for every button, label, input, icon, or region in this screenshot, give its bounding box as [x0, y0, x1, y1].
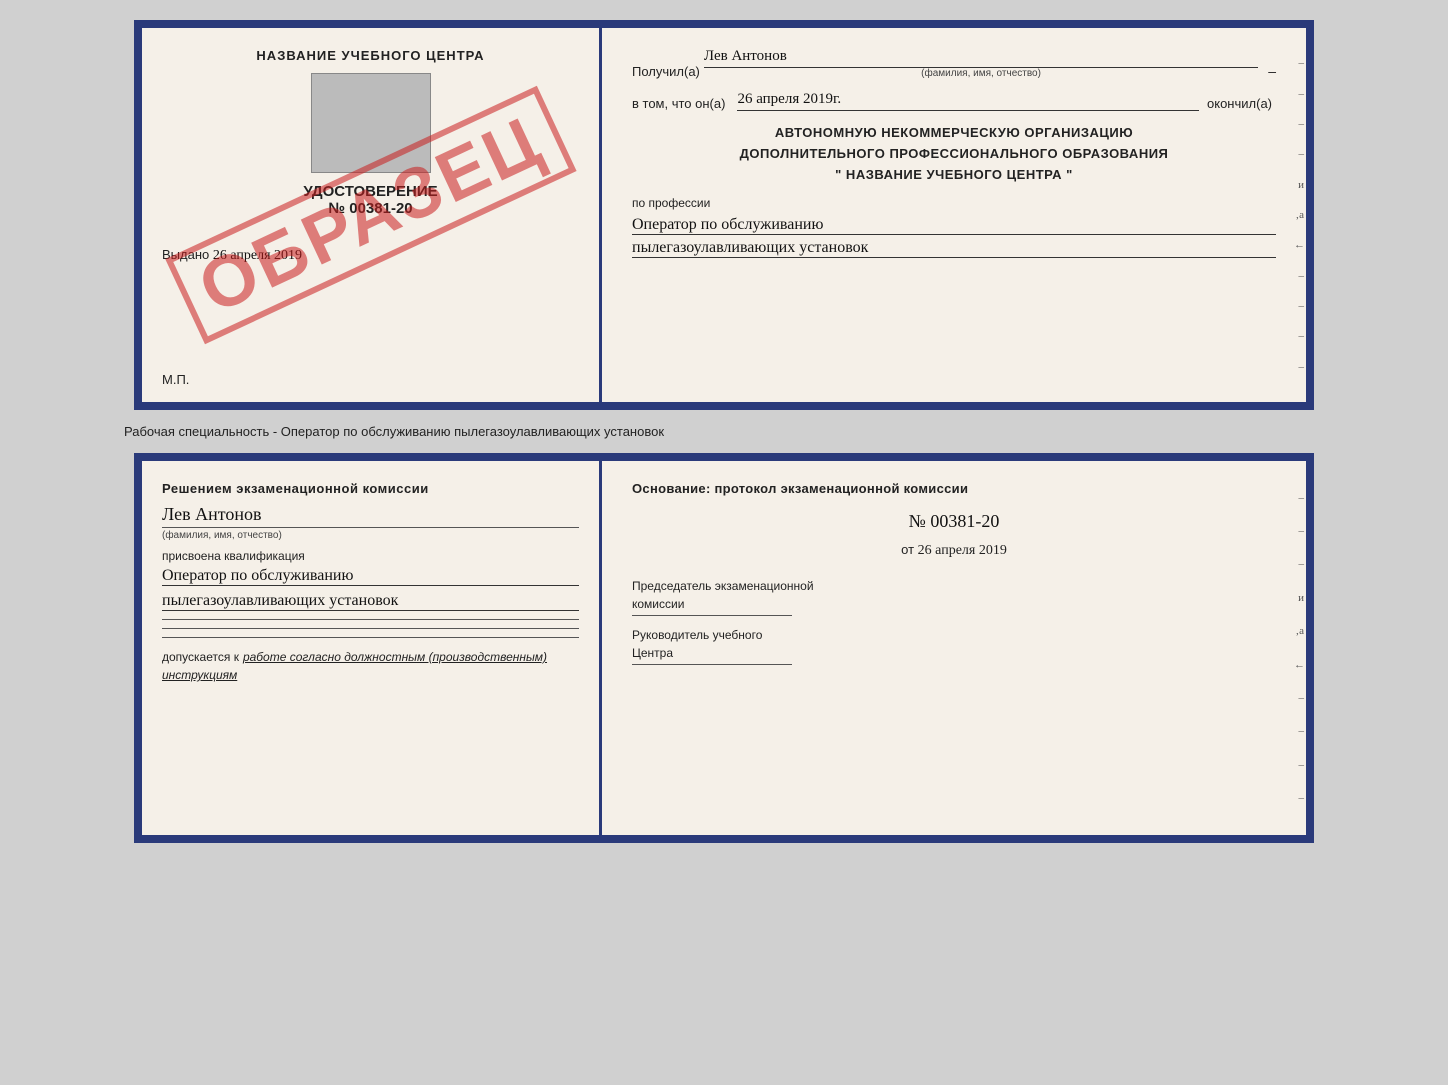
org-block: АВТОНОМНУЮ НЕКОММЕРЧЕСКУЮ ОРГАНИЗАЦИЮ ДО… — [632, 125, 1276, 182]
inthat-date: 26 апреля 2019г. — [737, 91, 1199, 111]
cert-title: УДОСТОВЕРЕНИЕ — [162, 183, 579, 200]
chairman-label2: комиссии — [632, 597, 1276, 611]
underline-3 — [162, 637, 579, 638]
inthat-label: в том, что он(а) — [632, 96, 725, 111]
rukov-label1: Руководитель учебного — [632, 628, 1276, 642]
ot-date: от 26 апреля 2019 — [632, 542, 1276, 559]
profession-label: по профессии — [632, 196, 1276, 210]
org-line1: АВТОНОМНУЮ НЕКОММЕРЧЕСКУЮ ОРГАНИЗАЦИЮ — [632, 125, 1276, 140]
top-right-panel: Получил(а) Лев Антонов (фамилия, имя, от… — [602, 28, 1306, 402]
bottom-name: Лев Антонов — [162, 504, 579, 525]
inthat-line: в том, что он(а) 26 апреля 2019г. окончи… — [632, 91, 1276, 111]
qual-line1: Оператор по обслуживанию — [162, 567, 579, 586]
bottom-title: Решением экзаменационной комиссии — [162, 481, 579, 496]
top-document: НАЗВАНИЕ УЧЕБНОГО ЦЕНТРА УДОСТОВЕРЕНИЕ №… — [134, 20, 1314, 410]
received-name: Лев Антонов — [704, 48, 1258, 68]
name-sub: (фамилия, имя, отчество) — [704, 68, 1258, 79]
dash1: – — [1268, 63, 1276, 79]
ot-label: от — [901, 542, 914, 557]
chairman-block: Председатель экзаменационной комиссии — [632, 579, 1276, 616]
protocol-number: № 00381-20 — [632, 511, 1276, 532]
rukov-block: Руководитель учебного Центра — [632, 628, 1276, 665]
bottom-left-panel: Решением экзаменационной комиссии Лев Ан… — [142, 461, 602, 835]
top-left-panel: НАЗВАНИЕ УЧЕБНОГО ЦЕНТРА УДОСТОВЕРЕНИЕ №… — [142, 28, 602, 402]
name-block: Лев Антонов (фамилия, имя, отчество) — [704, 48, 1258, 79]
photo-area — [311, 73, 431, 173]
received-label: Получил(а) — [632, 64, 700, 79]
profession-line2: пылегазоулавливающих установок — [632, 239, 1276, 258]
bottom-right-panel: Основание: протокол экзаменационной коми… — [602, 461, 1306, 835]
issued-date: 26 апреля 2019 — [213, 248, 302, 263]
underline-1 — [162, 619, 579, 620]
допускается-block: допускается к работе согласно должностны… — [162, 648, 579, 684]
profession-line1: Оператор по обслуживанию — [632, 216, 1276, 235]
bottom-name-sub: (фамилия, имя, отчество) — [162, 527, 579, 541]
chairman-label1: Председатель экзаменационной — [632, 579, 1276, 593]
center-name-top: НАЗВАНИЕ УЧЕБНОГО ЦЕНТРА — [162, 48, 579, 63]
qualification-label: присвоена квалификация — [162, 549, 579, 563]
ot-date-value: 26 апреля 2019 — [918, 543, 1007, 558]
chairman-sig-line — [632, 615, 792, 616]
org-line2: ДОПОЛНИТЕЛЬНОГО ПРОФЕССИОНАЛЬНОГО ОБРАЗО… — [632, 146, 1276, 161]
bottom-document: Решением экзаменационной комиссии Лев Ан… — [134, 453, 1314, 843]
right-margin-lines: – – – – и ‚а ← – – – – — [1292, 28, 1306, 402]
rukov-sig-line — [632, 664, 792, 665]
right-margin-lines-bottom: – – – и ‚а ← – – – – — [1292, 461, 1306, 835]
finished-label: окончил(а) — [1207, 96, 1272, 111]
cert-issued: Выдано 26 апреля 2019 — [162, 247, 579, 264]
underline-2 — [162, 628, 579, 629]
certificate-container: НАЗВАНИЕ УЧЕБНОГО ЦЕНТРА УДОСТОВЕРЕНИЕ №… — [124, 20, 1324, 843]
rukov-label2: Центра — [632, 646, 1276, 660]
org-line3: " НАЗВАНИЕ УЧЕБНОГО ЦЕНТРА " — [632, 167, 1276, 182]
issued-label: Выдано — [162, 247, 209, 262]
received-line: Получил(а) Лев Антонов (фамилия, имя, от… — [632, 48, 1276, 79]
osnov-label: Основание: протокол экзаменационной коми… — [632, 481, 1276, 496]
profession-block: по профессии Оператор по обслуживанию пы… — [632, 196, 1276, 258]
допускается-label: допускается к — [162, 650, 239, 664]
cert-number: № 00381-20 — [162, 200, 579, 217]
separator-text: Рабочая специальность - Оператор по обсл… — [124, 424, 664, 439]
qual-line2: пылегазоулавливающих установок — [162, 592, 579, 611]
mp-label: М.П. — [162, 372, 189, 387]
